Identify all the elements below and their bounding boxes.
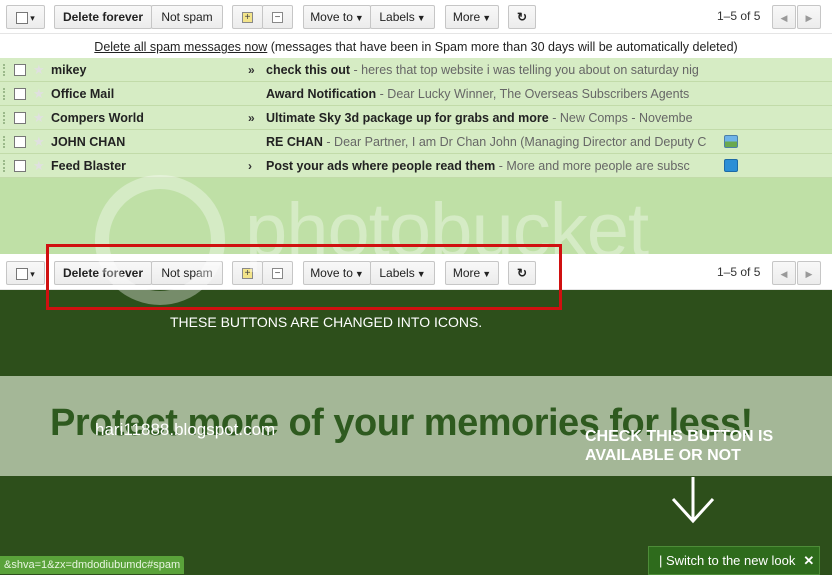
row-checkbox[interactable] bbox=[14, 112, 26, 124]
message-counter: 1–5 of 5 bbox=[717, 265, 761, 279]
image-attachment-icon bbox=[724, 135, 738, 148]
add-label-icon: + bbox=[242, 12, 253, 24]
message-row[interactable]: ★ Feed Blaster › Post your ads where peo… bbox=[0, 154, 832, 178]
chevron-right-icon: ▶ bbox=[805, 13, 813, 23]
row-checkbox[interactable] bbox=[14, 136, 26, 148]
drag-handle-icon[interactable] bbox=[3, 136, 8, 148]
mark-important-button[interactable]: + bbox=[232, 5, 263, 29]
highlight-box bbox=[46, 244, 562, 310]
more-button[interactable]: More ▼ bbox=[445, 5, 499, 29]
chevron-down-icon: ▼ bbox=[482, 12, 492, 23]
star-icon[interactable]: ★ bbox=[33, 106, 45, 130]
message-list: ★ mikey » check this out - heres that to… bbox=[0, 58, 832, 254]
drag-handle-icon[interactable] bbox=[3, 88, 8, 100]
refresh-icon: ↻ bbox=[516, 10, 528, 24]
message-subject: RE CHAN bbox=[266, 135, 323, 149]
document-attachment-icon bbox=[724, 159, 738, 172]
close-icon[interactable]: ✕ bbox=[803, 553, 814, 568]
importance-marker-icon: » bbox=[248, 111, 255, 125]
move-to-label: Move to bbox=[310, 10, 353, 24]
select-all-dropdown[interactable]: ▾ bbox=[6, 5, 45, 29]
older-button[interactable]: ▶ bbox=[797, 5, 821, 29]
delete-all-spam-link[interactable]: Delete all spam messages now bbox=[94, 40, 267, 54]
message-row[interactable]: ★ Compers World » Ultimate Sky 3d packag… bbox=[0, 106, 832, 130]
message-snippet: - heres that top website i was telling y… bbox=[350, 63, 699, 77]
switch-new-look-link[interactable]: | Switch to the new look ✕ bbox=[648, 546, 820, 575]
labels-button[interactable]: Labels ▼ bbox=[370, 5, 435, 29]
mark-unimportant-button[interactable]: − bbox=[262, 5, 293, 29]
drag-handle-icon[interactable] bbox=[3, 160, 8, 172]
newer-button[interactable]: ◀ bbox=[772, 5, 796, 29]
check-button-caption: CHECK THIS BUTTON IS AVAILABLE OR NOT bbox=[585, 428, 774, 464]
drag-handle-icon[interactable] bbox=[3, 64, 8, 76]
message-snippet: - More and more people are subsc bbox=[495, 159, 690, 173]
message-row[interactable]: ★ mikey » check this out - heres that to… bbox=[0, 58, 832, 82]
message-content: RE CHAN - Dear Partner, I am Dr Chan Joh… bbox=[266, 130, 716, 154]
importance-marker-icon: » bbox=[248, 63, 255, 77]
star-icon[interactable]: ★ bbox=[33, 154, 45, 178]
row-checkbox[interactable] bbox=[14, 160, 26, 172]
more-label: More bbox=[452, 10, 481, 24]
sender-name: JOHN CHAN bbox=[51, 135, 126, 149]
drag-handle-icon[interactable] bbox=[3, 112, 8, 124]
sender-name: Compers World bbox=[51, 111, 144, 125]
chevron-left-icon: ◀ bbox=[780, 269, 788, 279]
top-toolbar: ▾ Delete forever Not spam + − Move to ▼ L… bbox=[0, 0, 832, 34]
chevron-down-icon: ▼ bbox=[354, 12, 364, 23]
message-content: Post your ads where people read them - M… bbox=[266, 154, 716, 178]
spam-notice-text: (messages that have been in Spam more th… bbox=[267, 40, 738, 54]
message-snippet: - Dear Lucky Winner, The Overseas Subscr… bbox=[376, 87, 690, 101]
chevron-left-icon: ◀ bbox=[780, 13, 788, 23]
chevron-right-icon: ▶ bbox=[805, 269, 813, 279]
message-subject: Post your ads where people read them bbox=[266, 159, 496, 173]
message-snippet: - New Comps - Novembe bbox=[548, 111, 693, 125]
delete-forever-button[interactable]: Delete forever bbox=[54, 5, 152, 29]
down-arrow-icon bbox=[671, 477, 715, 524]
message-row[interactable]: ★ JOHN CHAN RE CHAN - Dear Partner, I am… bbox=[0, 130, 832, 154]
newer-button[interactable]: ◀ bbox=[772, 261, 796, 285]
message-subject: Award Notification bbox=[266, 87, 377, 101]
row-checkbox[interactable] bbox=[14, 88, 26, 100]
message-content: Award Notification - Dear Lucky Winner, … bbox=[266, 82, 716, 106]
importance-marker-icon: › bbox=[248, 159, 252, 173]
star-icon[interactable]: ★ bbox=[33, 58, 45, 82]
message-snippet: - Dear Partner, I am Dr Chan John (Manag… bbox=[322, 135, 707, 149]
blog-url: hari11888.blogspot.com bbox=[95, 420, 276, 439]
sender-name: Office Mail bbox=[51, 87, 115, 101]
message-row[interactable]: ★ Office Mail Award Notification - Dear … bbox=[0, 82, 832, 106]
select-checkbox-icon bbox=[16, 11, 29, 24]
refresh-button[interactable]: ↻ bbox=[508, 5, 536, 29]
chevron-down-icon: ▼ bbox=[416, 12, 426, 23]
older-button[interactable]: ▶ bbox=[797, 261, 821, 285]
spam-notice: Delete all spam messages now (messages t… bbox=[0, 36, 832, 58]
remove-label-icon: − bbox=[272, 12, 283, 24]
not-spam-button[interactable]: Not spam bbox=[151, 5, 223, 29]
message-subject: check this out bbox=[266, 63, 351, 77]
message-counter: 1–5 of 5 bbox=[717, 9, 761, 23]
select-checkbox-icon bbox=[16, 267, 29, 280]
status-bar-url: &shva=1&zx=dmdodiubumdc#spam bbox=[0, 556, 185, 574]
star-icon[interactable]: ★ bbox=[33, 82, 45, 106]
buttons-caption: THESE BUTTONS ARE CHANGED INTO ICONS. bbox=[170, 314, 483, 330]
message-content: Ultimate Sky 3d package up for grabs and… bbox=[266, 106, 716, 130]
switch-new-look-label: | Switch to the new look bbox=[659, 553, 796, 568]
sender-name: mikey bbox=[51, 63, 87, 77]
star-icon[interactable]: ★ bbox=[33, 130, 45, 154]
sender-name: Feed Blaster bbox=[51, 159, 127, 173]
labels-label: Labels bbox=[379, 10, 415, 24]
message-content: check this out - heres that top website … bbox=[266, 58, 716, 82]
chevron-down-icon: ▾ bbox=[30, 268, 35, 279]
select-all-dropdown[interactable]: ▾ bbox=[6, 261, 45, 285]
message-subject: Ultimate Sky 3d package up for grabs and… bbox=[266, 111, 549, 125]
row-checkbox[interactable] bbox=[14, 64, 26, 76]
chevron-down-icon: ▾ bbox=[30, 12, 35, 23]
move-to-button[interactable]: Move to ▼ bbox=[303, 5, 371, 29]
